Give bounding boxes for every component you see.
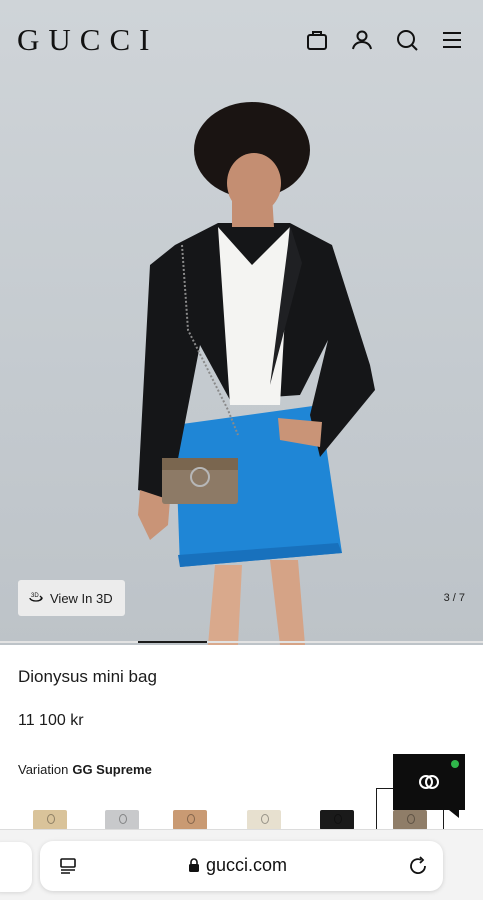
swatch-bag-thumbnail <box>33 810 67 830</box>
variation-swatch[interactable] <box>88 790 156 832</box>
product-name: Dionysus mini bag <box>18 667 157 686</box>
reader-mode-icon[interactable] <box>58 856 78 876</box>
product-price: 11 100 kr <box>18 712 84 729</box>
view-in-3d-button[interactable]: 3D View In 3D <box>18 580 125 616</box>
gallery-counter: 3 / 7 <box>443 592 465 604</box>
variation-value: GG Supreme <box>72 762 152 777</box>
product-image-gallery[interactable] <box>0 0 483 645</box>
swatch-bag-thumbnail <box>173 810 207 830</box>
view-in-3d-label: View In 3D <box>50 590 113 606</box>
previous-tab-preview[interactable] <box>0 842 32 892</box>
variation-info: Variation GG Supreme <box>18 762 152 777</box>
swatch-bag-thumbnail <box>320 810 354 830</box>
gucci-logo[interactable]: GUCCI <box>17 22 158 58</box>
product-model-image <box>120 95 400 645</box>
shopping-bag-icon[interactable] <box>305 28 329 52</box>
address-bar[interactable]: gucci.com <box>40 841 443 891</box>
swatch-bag-thumbnail <box>105 810 139 830</box>
gucci-gg-chat-icon <box>419 775 439 789</box>
reload-icon[interactable] <box>407 855 429 877</box>
url-text: gucci.com <box>206 855 288 875</box>
3d-rotate-icon: 3D <box>29 593 43 602</box>
chat-button[interactable] <box>393 754 465 818</box>
swatch-bag-thumbnail <box>247 810 281 830</box>
variation-swatch[interactable] <box>303 790 371 832</box>
browser-bottom-bar: gucci.com <box>0 829 483 900</box>
variation-label: Variation <box>18 762 69 777</box>
svg-text:3D: 3D <box>31 593 39 599</box>
gallery-progress-indicator <box>138 641 207 643</box>
search-icon[interactable] <box>395 28 419 52</box>
menu-icon[interactable] <box>440 28 464 52</box>
top-navigation: GUCCI <box>0 0 483 80</box>
account-icon[interactable] <box>350 28 374 52</box>
online-status-dot <box>451 760 459 768</box>
variation-swatch[interactable] <box>230 790 298 832</box>
lock-icon <box>189 858 199 872</box>
gallery-progress <box>0 641 483 643</box>
swatch-bag-thumbnail <box>393 810 427 830</box>
variation-swatch[interactable] <box>16 790 84 832</box>
variation-swatch[interactable] <box>156 790 224 832</box>
